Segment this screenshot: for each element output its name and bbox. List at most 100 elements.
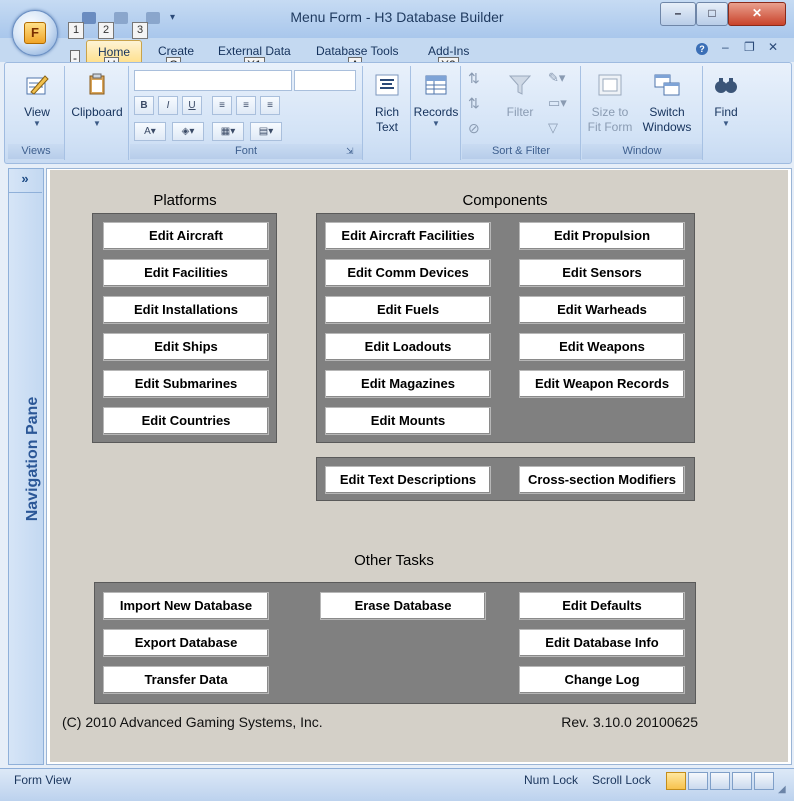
edit-fuels-button[interactable]: Edit Fuels [325,296,491,324]
rich-text-button[interactable]: Rich Text [366,72,408,135]
view-button[interactable]: View ▼ [12,72,62,128]
edit-mounts-button[interactable]: Edit Mounts [325,407,491,435]
edit-weapons-button[interactable]: Edit Weapons [519,333,685,361]
form-view-icon[interactable] [666,772,686,790]
find-dropdown-icon: ▼ [722,119,730,128]
align-right-icon[interactable]: ≡ [260,96,280,115]
clipboard-button[interactable]: Clipboard ▼ [68,72,126,128]
mdi-restore-button[interactable]: ❐ [744,40,755,54]
other-tasks-heading: Other Tasks [354,552,434,569]
transfer-data-button[interactable]: Transfer Data [103,666,269,694]
view-icon [26,75,49,95]
size-to-fit-icon [598,74,622,96]
clipboard-label: Clipboard [71,105,123,119]
minimize-button[interactable]: – [660,2,696,26]
font-name-combo[interactable] [134,70,292,91]
change-log-button[interactable]: Change Log [519,666,685,694]
close-button[interactable]: ✕ [728,2,786,26]
advanced-filter-icon[interactable]: ▭▾ [548,95,567,111]
scroll-lock-indicator: Scroll Lock [592,773,651,787]
mdi-minimize-button[interactable]: – [722,40,729,54]
records-dropdown-icon: ▼ [432,119,440,128]
align-center-icon[interactable]: ≡ [236,96,256,115]
font-dialog-launcher-icon[interactable]: ⇲ [346,146,354,157]
edit-defaults-button[interactable]: Edit Defaults [519,592,685,620]
status-view-label: Form View [14,773,72,787]
find-button[interactable]: Find ▼ [704,72,748,128]
tab-database-tools[interactable]: Database Tools [316,44,399,58]
design-view-icon[interactable] [732,772,752,790]
edit-text-descriptions-button[interactable]: Edit Text Descriptions [325,466,491,494]
toggle-filter-icon[interactable]: ▽ [548,120,558,136]
qat-keytip-3: 3 [132,22,148,39]
edit-propulsion-button[interactable]: Edit Propulsion [519,222,685,250]
filter-icon [508,75,532,95]
pivot-view-icon[interactable] [754,772,774,790]
clipboard-dropdown-icon: ▼ [93,119,101,128]
edit-weapon-records-button[interactable]: Edit Weapon Records [519,370,685,398]
mdi-close-button[interactable]: ✕ [768,40,778,54]
edit-facilities-button[interactable]: Edit Facilities [103,259,269,287]
records-label: Records [413,105,459,119]
underline-button[interactable]: U [182,96,202,115]
edit-aircraft-facilities-button[interactable]: Edit Aircraft Facilities [325,222,491,250]
datasheet-view-icon[interactable] [688,772,708,790]
alternate-fill-icon[interactable]: ▤▾ [250,122,282,141]
sort-ascending-icon[interactable]: ⇅ [468,70,480,87]
edit-installations-button[interactable]: Edit Installations [103,296,269,324]
size-to-fit-form-button[interactable]: Size to Fit Form [584,72,636,135]
components-heading: Components [462,192,548,209]
records-button[interactable]: Records ▼ [412,72,460,128]
binoculars-icon [715,78,737,93]
erase-database-button[interactable]: Erase Database [320,592,486,620]
cross-section-modifiers-button[interactable]: Cross-section Modifiers [519,466,685,494]
layout-view-icon[interactable] [710,772,730,790]
sort-descending-icon[interactable]: ⇅ [468,95,480,112]
export-database-button[interactable]: Export Database [103,629,269,657]
italic-button[interactable]: I [158,96,178,115]
qat-keytip-1: 1 [68,22,84,39]
switch-windows-label: Switch Windows [642,105,692,134]
edit-database-info-button[interactable]: Edit Database Info [519,629,685,657]
edit-countries-button[interactable]: Edit Countries [103,407,269,435]
edit-submarines-button[interactable]: Edit Submarines [103,370,269,398]
sort-filter-group-label: Sort & Filter [462,144,580,159]
resize-grip-icon[interactable]: ◢ [778,784,786,795]
window-group-label: Window [582,144,702,159]
gridlines-icon[interactable]: ▦▾ [212,122,244,141]
edit-ships-button[interactable]: Edit Ships [103,333,269,361]
clear-sorts-icon[interactable]: ⊘ [468,120,480,137]
navigation-pane-label[interactable]: Navigation Pane [24,374,42,544]
office-button[interactable]: F [12,10,58,56]
revision-text: Rev. 3.10.0 20100625 [561,714,698,730]
edit-loadouts-button[interactable]: Edit Loadouts [325,333,491,361]
maximize-button[interactable]: □ [696,2,728,26]
filter-label: Filter [506,105,534,119]
clipboard-icon [89,73,105,95]
font-group-label: Font [130,144,362,159]
align-left-icon[interactable]: ≡ [212,96,232,115]
selection-filter-icon[interactable]: ✎▾ [548,70,565,86]
import-new-database-button[interactable]: Import New Database [103,592,269,620]
bold-button[interactable]: B [134,96,154,115]
rich-text-icon [375,74,399,96]
rich-text-label: Rich Text [374,105,399,134]
filter-button[interactable]: Filter [498,72,542,119]
tab-add-ins[interactable]: Add-Ins [428,44,469,58]
fill-color-icon[interactable]: ◈▾ [172,122,204,141]
tab-create[interactable]: Create [158,44,194,58]
font-size-combo[interactable] [294,70,356,91]
copyright-text: (C) 2010 Advanced Gaming Systems, Inc. [62,714,323,730]
help-icon[interactable]: ? [696,43,708,55]
edit-magazines-button[interactable]: Edit Magazines [325,370,491,398]
switch-windows-button[interactable]: Switch Windows [636,72,698,135]
font-color-icon[interactable]: A▾ [134,122,166,141]
nav-pane-toggle-button[interactable]: » [8,168,42,193]
tab-external-data[interactable]: External Data [218,44,291,58]
edit-warheads-button[interactable]: Edit Warheads [519,296,685,324]
edit-sensors-button[interactable]: Edit Sensors [519,259,685,287]
views-group-label: Views [8,144,64,159]
find-label: Find [714,105,738,119]
edit-comm-devices-button[interactable]: Edit Comm Devices [325,259,491,287]
edit-aircraft-button[interactable]: Edit Aircraft [103,222,269,250]
